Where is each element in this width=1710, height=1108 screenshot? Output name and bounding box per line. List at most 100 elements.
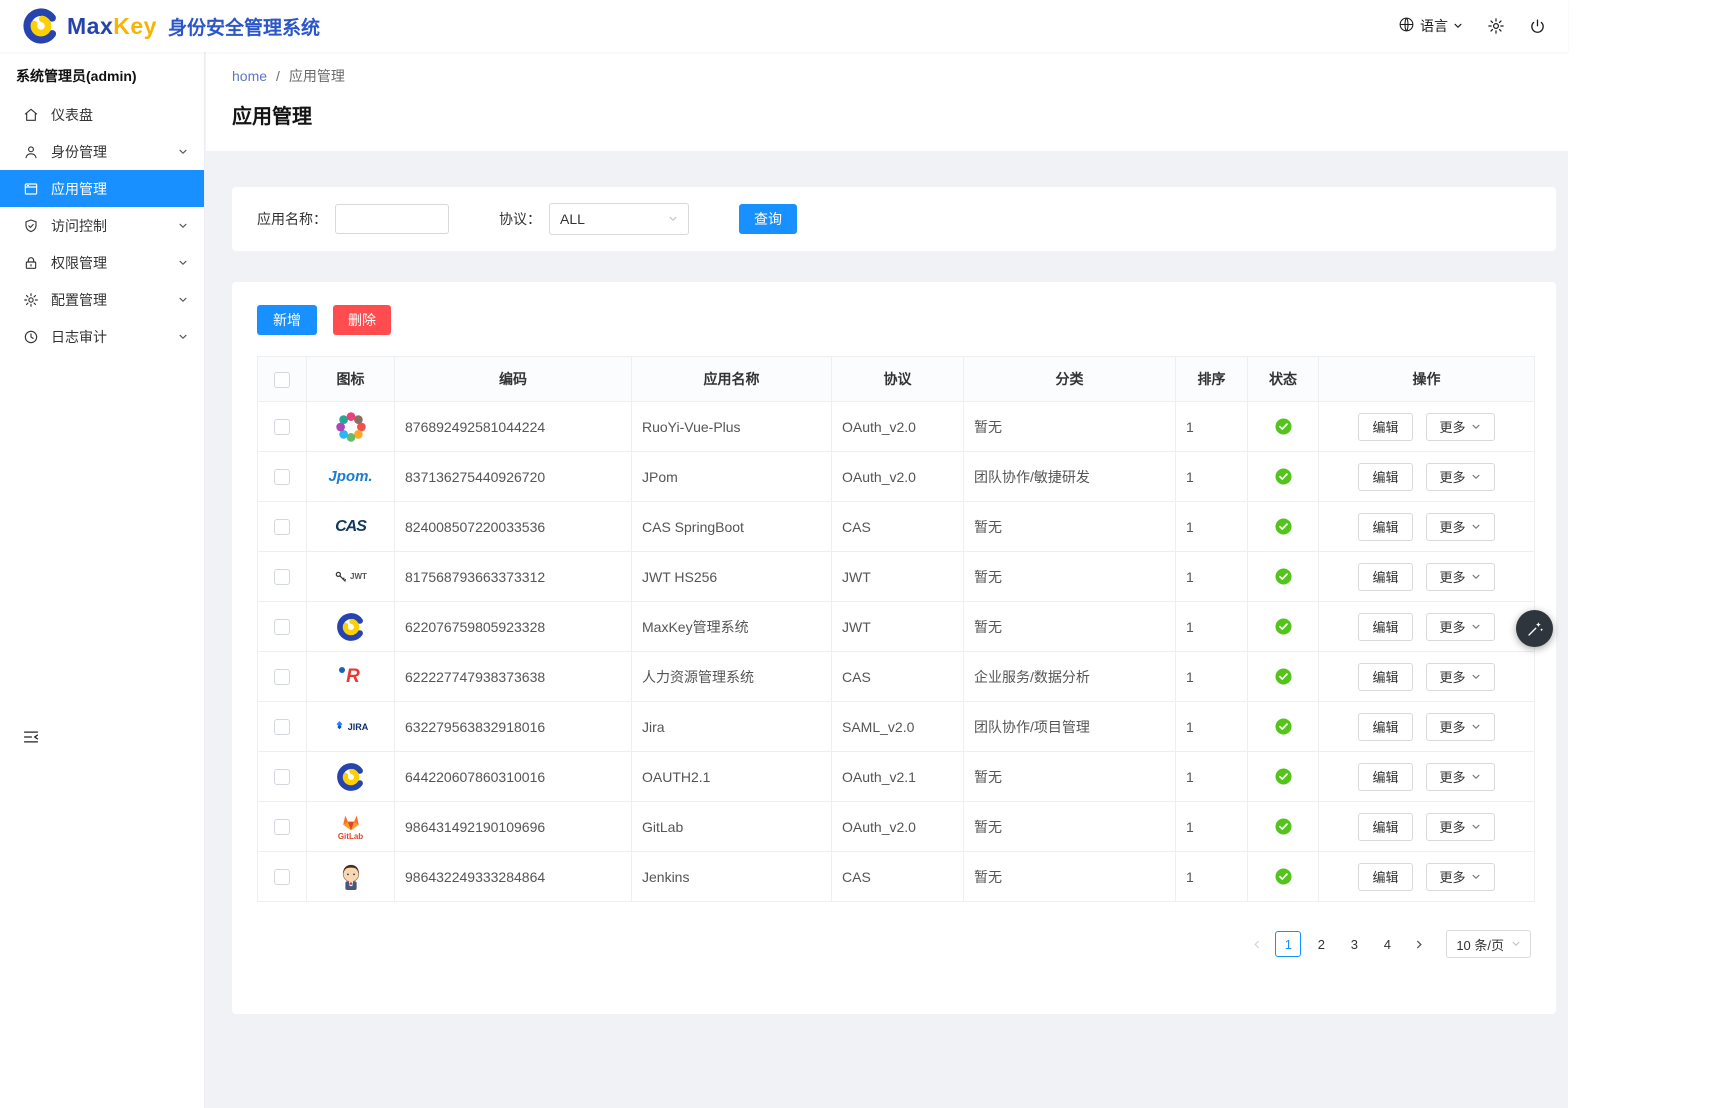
- sidebar-item-apps[interactable]: 应用管理: [0, 170, 204, 207]
- chevron-down-icon: [1471, 772, 1481, 782]
- table-row: Jpom.837136275440926720JPomOAuth_v2.0团队协…: [258, 452, 1535, 502]
- status-active-icon: [1275, 818, 1292, 835]
- row-checkbox[interactable]: [274, 619, 290, 635]
- row-checkbox[interactable]: [274, 519, 290, 535]
- language-label: 语言: [1420, 16, 1448, 36]
- chevron-down-icon: [1471, 672, 1481, 682]
- more-button-label: 更多: [1440, 717, 1466, 736]
- edit-button[interactable]: 编辑: [1358, 863, 1412, 891]
- row-checkbox[interactable]: [274, 669, 290, 685]
- protocol-select[interactable]: ALL: [549, 203, 689, 235]
- pagination-next-button[interactable]: [1407, 931, 1431, 957]
- filter-card: 应用名称： 协议： ALL 查询: [232, 187, 1556, 251]
- more-button[interactable]: 更多: [1426, 463, 1495, 491]
- chevron-down-icon: [178, 258, 188, 268]
- app-name: RuoYi-Vue-Plus: [632, 402, 832, 452]
- more-button[interactable]: 更多: [1426, 813, 1495, 841]
- row-checkbox[interactable]: [274, 719, 290, 735]
- more-button-label: 更多: [1440, 467, 1466, 486]
- maxkey-logo-icon: [22, 7, 60, 45]
- sidebar-item-config[interactable]: 配置管理: [0, 281, 204, 318]
- pagination: 1234 10 条/页: [257, 930, 1531, 958]
- chevron-down-icon: [1471, 522, 1481, 532]
- sidebar-item-access[interactable]: 访问控制: [0, 207, 204, 244]
- app-code: 817568793663373312: [395, 552, 632, 602]
- edit-button[interactable]: 编辑: [1358, 763, 1412, 791]
- more-button[interactable]: 更多: [1426, 513, 1495, 541]
- delete-button[interactable]: 删除: [333, 305, 391, 335]
- search-button[interactable]: 查询: [739, 204, 797, 234]
- app-name-input[interactable]: [335, 204, 449, 234]
- status-active-icon: [1275, 568, 1292, 585]
- row-checkbox[interactable]: [274, 819, 290, 835]
- app-name: Jira: [632, 702, 832, 752]
- sidebar-item-identity[interactable]: 身份管理: [0, 133, 204, 170]
- page-size-select[interactable]: 10 条/页: [1446, 930, 1531, 958]
- edit-button[interactable]: 编辑: [1358, 513, 1412, 541]
- page-3-button[interactable]: 3: [1341, 931, 1367, 957]
- select-all-checkbox[interactable]: [274, 372, 290, 388]
- maxkey-app-icon: [331, 608, 371, 646]
- sidebar-item-label: 应用管理: [51, 179, 107, 199]
- row-checkbox[interactable]: [274, 569, 290, 585]
- app-category: 暂无: [964, 852, 1176, 902]
- logout-button[interactable]: [1529, 18, 1546, 35]
- row-checkbox[interactable]: [274, 869, 290, 885]
- breadcrumb: home / 应用管理: [232, 66, 1542, 86]
- page-4-button[interactable]: 4: [1374, 931, 1400, 957]
- edit-button[interactable]: 编辑: [1358, 563, 1412, 591]
- chevron-down-icon: [1471, 572, 1481, 582]
- chevron-down-icon: [178, 147, 188, 157]
- sidebar-item-audit[interactable]: 日志审计: [0, 318, 204, 355]
- sidebar-item-permissions[interactable]: 权限管理: [0, 244, 204, 281]
- settings-button[interactable]: [1487, 17, 1505, 35]
- more-button[interactable]: 更多: [1426, 613, 1495, 641]
- brand: MaxKey 身份安全管理系统: [22, 7, 320, 45]
- more-button-label: 更多: [1440, 867, 1466, 886]
- app-code: 986431492190109696: [395, 802, 632, 852]
- breadcrumb-home-link[interactable]: home: [232, 68, 267, 84]
- app-category: 暂无: [964, 502, 1176, 552]
- more-button[interactable]: 更多: [1426, 563, 1495, 591]
- jira-app-icon: JIRA: [331, 708, 371, 746]
- more-button-label: 更多: [1440, 517, 1466, 536]
- status-active-icon: [1275, 868, 1292, 885]
- theme-settings-button[interactable]: [1516, 610, 1553, 647]
- edit-button[interactable]: 编辑: [1358, 463, 1412, 491]
- row-checkbox[interactable]: [274, 769, 290, 785]
- row-checkbox[interactable]: [274, 469, 290, 485]
- app-sort: 1: [1176, 602, 1248, 652]
- app-name: GitLab: [632, 802, 832, 852]
- gitlab-app-icon: GitLab: [331, 808, 371, 846]
- more-button[interactable]: 更多: [1426, 413, 1495, 441]
- more-button[interactable]: 更多: [1426, 763, 1495, 791]
- edit-button[interactable]: 编辑: [1358, 613, 1412, 641]
- sidebar-item-dashboard[interactable]: 仪表盘: [0, 96, 204, 133]
- app-code: 986432249333284864: [395, 852, 632, 902]
- hr-app-icon: R: [331, 658, 371, 696]
- more-button[interactable]: 更多: [1426, 663, 1495, 691]
- language-selector[interactable]: 语言: [1398, 16, 1463, 36]
- page-1-button[interactable]: 1: [1275, 931, 1301, 957]
- more-button[interactable]: 更多: [1426, 863, 1495, 891]
- add-button[interactable]: 新增: [257, 305, 317, 335]
- pagination-prev-button[interactable]: [1244, 931, 1268, 957]
- app-protocol: OAuth_v2.0: [832, 802, 964, 852]
- status-active-icon: [1275, 668, 1292, 685]
- column-header: 编码: [395, 357, 632, 402]
- page-size-value: 10 条/页: [1456, 935, 1504, 954]
- row-checkbox[interactable]: [274, 419, 290, 435]
- app-category: 暂无: [964, 752, 1176, 802]
- edit-button[interactable]: 编辑: [1358, 413, 1412, 441]
- more-button[interactable]: 更多: [1426, 713, 1495, 741]
- permissions-icon: [23, 254, 40, 271]
- app-protocol: OAuth_v2.0: [832, 402, 964, 452]
- chevron-down-icon: [1471, 472, 1481, 482]
- edit-button[interactable]: 编辑: [1358, 713, 1412, 741]
- column-header: 分类: [964, 357, 1176, 402]
- column-header: 状态: [1248, 357, 1319, 402]
- edit-button[interactable]: 编辑: [1358, 813, 1412, 841]
- collapse-sidebar-button[interactable]: [22, 728, 40, 746]
- page-2-button[interactable]: 2: [1308, 931, 1334, 957]
- edit-button[interactable]: 编辑: [1358, 663, 1412, 691]
